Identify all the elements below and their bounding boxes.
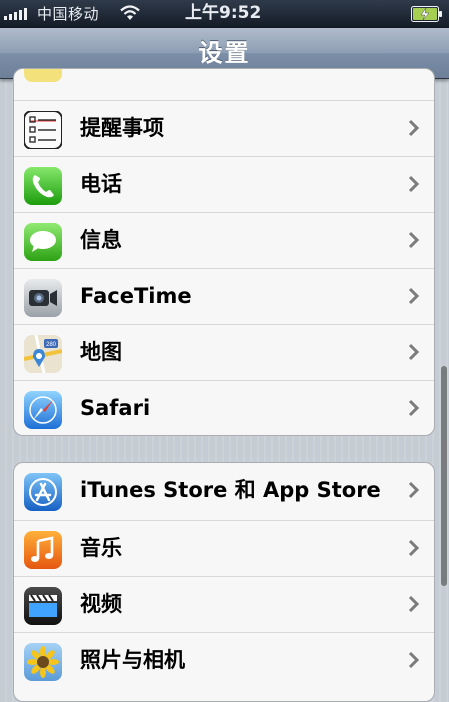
scroll-indicator[interactable] — [441, 366, 447, 586]
row-label: 视频 — [80, 592, 122, 616]
videos-icon — [24, 587, 62, 625]
chevron-right-icon — [408, 343, 420, 361]
photos-icon — [24, 643, 62, 681]
row-label: 照片与相机 — [80, 648, 185, 672]
maps-icon: 280 — [24, 335, 62, 373]
settings-group-apps: 提醒事项 电话 信息 FaceTime 280 地图 Safari — [13, 68, 435, 436]
chevron-right-icon — [408, 287, 420, 305]
row-label: 音乐 — [80, 536, 122, 560]
settings-row-reminders[interactable]: 提醒事项 — [14, 100, 434, 156]
row-label: 地图 — [80, 340, 122, 364]
chevron-right-icon — [408, 481, 420, 499]
row-label: 信息 — [80, 228, 122, 252]
settings-row-partial — [14, 69, 434, 90]
settings-row-photos-camera[interactable]: 照片与相机 — [14, 632, 434, 688]
chevron-right-icon — [408, 231, 420, 249]
settings-group-media: iTunes Store 和 App Store 音乐 视频 照片与相机 — [13, 462, 435, 702]
signal-strength-icon — [4, 8, 27, 20]
row-label: 电话 — [80, 172, 122, 196]
status-time: 上午9:52 — [185, 3, 262, 23]
status-bar: 中国移动 上午9:52 — [0, 0, 449, 28]
reminders-icon — [24, 111, 62, 149]
chevron-right-icon — [408, 539, 420, 557]
chevron-right-icon — [408, 119, 420, 137]
carrier-name: 中国移动 — [37, 5, 100, 23]
row-label: Safari — [80, 396, 151, 420]
battery-charging-icon — [411, 6, 442, 22]
settings-row-phone[interactable]: 电话 — [14, 156, 434, 212]
chevron-right-icon — [408, 651, 420, 669]
svg-text:280: 280 — [46, 342, 57, 348]
settings-row-messages[interactable]: 信息 — [14, 212, 434, 268]
app-store-icon — [24, 473, 62, 511]
safari-icon — [24, 391, 62, 429]
settings-row-videos[interactable]: 视频 — [14, 576, 434, 632]
notes-icon — [24, 69, 62, 82]
settings-row-facetime[interactable]: FaceTime — [14, 268, 434, 324]
phone-icon — [24, 167, 62, 205]
settings-row-maps[interactable]: 280 地图 — [14, 324, 434, 380]
music-icon — [24, 531, 62, 569]
chevron-right-icon — [408, 399, 420, 417]
facetime-icon — [24, 279, 62, 317]
settings-row-music[interactable]: 音乐 — [14, 520, 434, 576]
row-label: FaceTime — [80, 284, 192, 308]
wifi-icon — [120, 5, 140, 20]
chevron-right-icon — [408, 595, 420, 613]
row-label: iTunes Store 和 App Store — [80, 478, 381, 502]
row-label: 提醒事项 — [80, 116, 164, 140]
chevron-right-icon — [408, 175, 420, 193]
settings-row-itunes-app-store[interactable]: iTunes Store 和 App Store — [14, 463, 434, 519]
settings-row-safari[interactable]: Safari — [14, 380, 434, 435]
messages-icon — [24, 223, 62, 261]
